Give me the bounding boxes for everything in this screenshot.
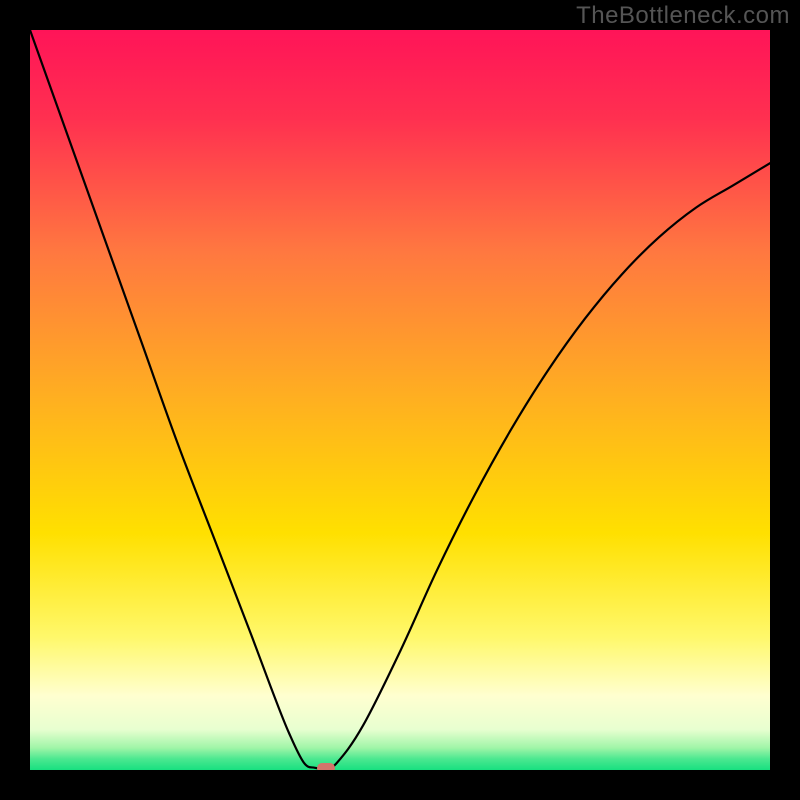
chart-svg (30, 30, 770, 770)
optimum-marker (317, 763, 335, 770)
plot-area (30, 30, 770, 770)
chart-frame: TheBottleneck.com (0, 0, 800, 800)
gradient-background (30, 30, 770, 770)
watermark-text: TheBottleneck.com (576, 2, 790, 30)
